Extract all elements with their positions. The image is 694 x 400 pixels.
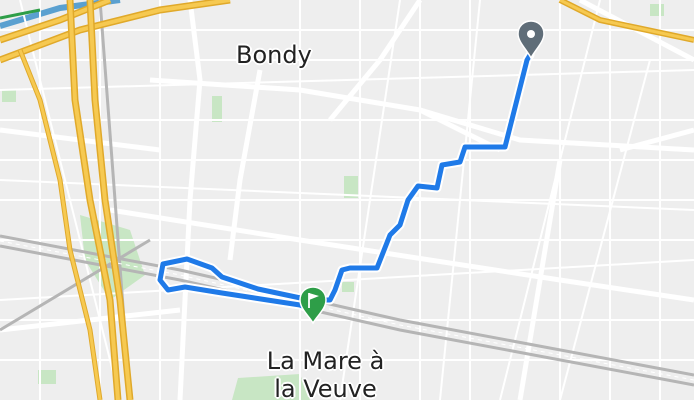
- place-label-bondy: Bondy: [236, 41, 312, 69]
- park-ne: [650, 4, 664, 16]
- place-label-la-mare-a-la-veuve: La Mare à la Veuve: [258, 347, 393, 400]
- park-small: [342, 282, 354, 292]
- park-west: [212, 96, 222, 122]
- place-label-line-1: La Mare à: [266, 347, 385, 375]
- map-canvas: [0, 0, 694, 400]
- map-view[interactable]: Bondy La Mare à la Veuve: [0, 0, 694, 400]
- place-label-line-2: la Veuve: [274, 374, 377, 400]
- start-marker-dot-icon: [527, 30, 535, 38]
- park-far-west: [2, 90, 16, 102]
